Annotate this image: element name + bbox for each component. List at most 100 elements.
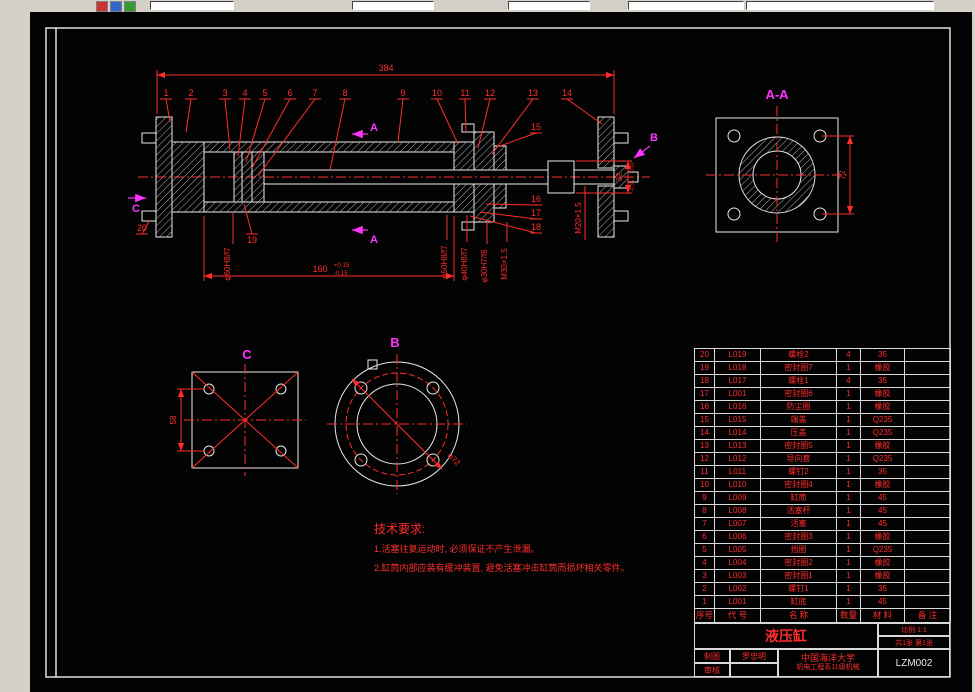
bom-cell-name: 防尘圈 bbox=[760, 400, 837, 414]
bom-cell-no: 12 bbox=[694, 452, 715, 466]
bom-cell-no: 9 bbox=[694, 491, 715, 505]
department-name: 机电工程系11级机械 bbox=[796, 664, 860, 672]
bom-cell-note bbox=[904, 426, 951, 440]
tech-line-1: 1.活塞往复运动时, 必须保证不产生泄漏。 bbox=[374, 544, 540, 554]
bom-cell-material: 橡胶 bbox=[860, 361, 905, 375]
bom-cell-no: 18 bbox=[694, 374, 715, 388]
bom-cell-note bbox=[904, 439, 951, 453]
bom-cell-code: L014 bbox=[714, 426, 761, 440]
bom-row: 11 L011 螺钉2 1 35 bbox=[694, 465, 951, 479]
bom-cell-qty: 1 bbox=[836, 530, 861, 544]
bom-cell-name: 螺栓1 bbox=[760, 374, 837, 388]
bom-cell-no: 20 bbox=[694, 348, 715, 362]
bom-cell-code: L002 bbox=[714, 582, 761, 596]
bom-cell-material: 45 bbox=[860, 595, 905, 609]
bom-row: 19 L018 密封圈7 1 橡胶 bbox=[694, 361, 951, 375]
bom-cell-note bbox=[904, 595, 951, 609]
bom-cell-qty: 1 bbox=[836, 517, 861, 531]
bom-cell-note bbox=[904, 374, 951, 388]
bom-header-no: 序号 bbox=[694, 608, 715, 623]
bom-header-material: 材 料 bbox=[860, 608, 905, 623]
bom-cell-name: 导向套 bbox=[760, 452, 837, 466]
parts-list: 20 L019 螺栓2 4 35 19 L018 密封圈7 1 橡胶 18 L0… bbox=[694, 348, 951, 623]
bom-cell-note bbox=[904, 413, 951, 427]
bom-cell-code: L001 bbox=[714, 595, 761, 609]
bom-cell-name: 端盖 bbox=[760, 413, 837, 427]
bom-header-name: 名 称 bbox=[760, 608, 837, 623]
bom-cell-qty: 1 bbox=[836, 569, 861, 583]
bom-cell-no: 16 bbox=[694, 400, 715, 414]
organization-name: 中国海洋大学 bbox=[800, 653, 855, 664]
bom-cell-material: 35 bbox=[860, 374, 905, 388]
bom-cell-note bbox=[904, 556, 951, 570]
bom-cell-note bbox=[904, 348, 951, 362]
checker-label: 审核 bbox=[694, 663, 730, 677]
bom-cell-material: 35 bbox=[860, 348, 905, 362]
bom-cell-name: 密封圈1 bbox=[760, 569, 837, 583]
bom-header-qty: 数量 bbox=[836, 608, 861, 623]
toolbar-icon-3[interactable] bbox=[124, 1, 136, 12]
bom-cell-material: 45 bbox=[860, 491, 905, 505]
bom-row: 5 L005 挡圈 1 Q235 bbox=[694, 543, 951, 557]
app-window: A A C B 384 160 +0.15 -0.15 φ60H8/f7 φ50… bbox=[0, 0, 975, 692]
bom-cell-code: L008 bbox=[714, 504, 761, 518]
bom-cell-code: L004 bbox=[714, 556, 761, 570]
bom-cell-name: 密封圈5 bbox=[760, 439, 837, 453]
toolbar-field-1[interactable] bbox=[150, 1, 234, 10]
bom-cell-qty: 1 bbox=[836, 504, 861, 518]
bom-cell-material: 35 bbox=[860, 465, 905, 479]
bom-cell-qty: 1 bbox=[836, 543, 861, 557]
bom-cell-qty: 1 bbox=[836, 426, 861, 440]
bom-cell-note bbox=[904, 569, 951, 583]
bom-cell-qty: 1 bbox=[836, 595, 861, 609]
bom-cell-no: 11 bbox=[694, 465, 715, 479]
bom-cell-qty: 1 bbox=[836, 439, 861, 453]
bom-cell-qty: 1 bbox=[836, 452, 861, 466]
bom-cell-code: L003 bbox=[714, 569, 761, 583]
bom-cell-note bbox=[904, 478, 951, 492]
toolbar-icon-2[interactable] bbox=[110, 1, 122, 12]
bom-cell-qty: 4 bbox=[836, 374, 861, 388]
bom-cell-code: L010 bbox=[714, 478, 761, 492]
bom-cell-qty: 1 bbox=[836, 400, 861, 414]
technical-requirements: 技术要求: 1.活塞往复运动时, 必须保证不产生泄漏。 2.缸筒内部应装有缓冲装… bbox=[374, 520, 664, 580]
bom-row: 1 L001 缸底 1 45 bbox=[694, 595, 951, 609]
bom-cell-no: 5 bbox=[694, 543, 715, 557]
bom-cell-note bbox=[904, 400, 951, 414]
bom-cell-name: 活塞杆 bbox=[760, 504, 837, 518]
bom-cell-name: 密封圈4 bbox=[760, 478, 837, 492]
bom-cell-name: 压盖 bbox=[760, 426, 837, 440]
bom-cell-name: 缸筒 bbox=[760, 491, 837, 505]
bom-cell-no: 6 bbox=[694, 530, 715, 544]
bom-cell-note bbox=[904, 452, 951, 466]
bom-cell-no: 17 bbox=[694, 387, 715, 401]
bom-row: 7 L007 活塞 1 45 bbox=[694, 517, 951, 531]
drawing-title: 液压缸 bbox=[694, 623, 878, 649]
bom-cell-name: 螺钉1 bbox=[760, 582, 837, 596]
bom-header-row: 序号 代 号 名 称 数量 材 料 备 注 bbox=[694, 608, 951, 623]
bom-row: 6 L006 密封圈3 1 橡胶 bbox=[694, 530, 951, 544]
bom-cell-qty: 1 bbox=[836, 491, 861, 505]
toolbar-field-4[interactable] bbox=[628, 1, 744, 10]
toolbar-icon-1[interactable] bbox=[96, 1, 108, 12]
drawing-number: LZM002 bbox=[878, 649, 950, 677]
toolbar-field-3[interactable] bbox=[508, 1, 590, 10]
bom-cell-name: 密封圈2 bbox=[760, 556, 837, 570]
toolbar-field-5[interactable] bbox=[746, 1, 934, 10]
tech-line-2: 2.缸筒内部应装有缓冲装置, 避免活塞冲击缸筒而损坏相关零件。 bbox=[374, 563, 630, 573]
bom-cell-no: 4 bbox=[694, 556, 715, 570]
bom-cell-material: Q235 bbox=[860, 413, 905, 427]
toolbar-field-2[interactable] bbox=[352, 1, 434, 10]
organization-cell: 中国海洋大学 机电工程系11级机械 bbox=[778, 649, 878, 677]
title-block: 液压缸 比例 1:1 共1张 第1张 制图 罗忠明 审核 中国海洋大学 机电工程… bbox=[694, 623, 950, 677]
bom-cell-name: 缸底 bbox=[760, 595, 837, 609]
bom-cell-code: L018 bbox=[714, 361, 761, 375]
bom-cell-material: 橡胶 bbox=[860, 387, 905, 401]
bom-cell-qty: 1 bbox=[836, 361, 861, 375]
bom-row: 13 L013 密封圈5 1 橡胶 bbox=[694, 439, 951, 453]
bom-cell-code: L013 bbox=[714, 439, 761, 453]
bom-row: 17 L001 密封圈6 1 橡胶 bbox=[694, 387, 951, 401]
bom-cell-no: 2 bbox=[694, 582, 715, 596]
bom-cell-note bbox=[904, 582, 951, 596]
bom-cell-name: 活塞 bbox=[760, 517, 837, 531]
